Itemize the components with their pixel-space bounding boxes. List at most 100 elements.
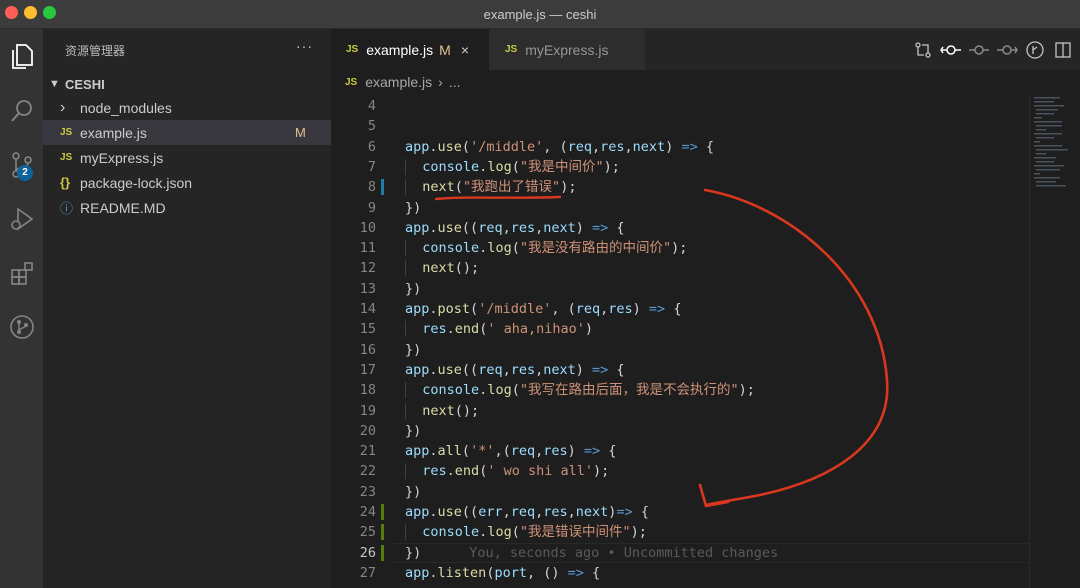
minimap[interactable] bbox=[1029, 94, 1080, 588]
code-line[interactable]: 4 bbox=[331, 96, 1031, 116]
editor-tabs: JS example.js M × JS myExpress.js bbox=[331, 29, 1080, 70]
code-token: res bbox=[510, 361, 536, 378]
code-token: port bbox=[494, 564, 527, 581]
code-token: next bbox=[422, 179, 455, 196]
tree-item-myexpress-js[interactable]: JS myExpress.js bbox=[43, 145, 331, 170]
code-line[interactable]: 24 app.use((err,req,res,next)=> { bbox=[331, 502, 1031, 522]
tree-item-readme[interactable]: ⓘ README.MD bbox=[43, 195, 331, 220]
breadcrumb-symbols[interactable]: ... bbox=[449, 74, 461, 90]
breadcrumb-file[interactable]: example.js bbox=[365, 74, 432, 90]
code-text: }) You, seconds ago • Uncommitted changes bbox=[405, 543, 778, 563]
code-token: ' aha,nihao' bbox=[487, 321, 585, 338]
tab-myexpress-js[interactable]: JS myExpress.js bbox=[489, 29, 645, 70]
code-token: ) bbox=[575, 361, 593, 378]
code-line[interactable]: 8 next("我跑出了错误"); bbox=[331, 177, 1031, 197]
code-token: ) bbox=[584, 321, 594, 338]
code-line[interactable]: 10 app.use((req,res,next) => { bbox=[331, 218, 1031, 238]
code-token: app bbox=[405, 504, 430, 520]
tree-item-node-modules[interactable]: › node_modules bbox=[43, 95, 331, 120]
code-token: (( bbox=[461, 504, 479, 520]
code-line[interactable]: 17 app.use((req,res,next) => { bbox=[331, 360, 1031, 380]
code-token: app bbox=[405, 564, 430, 581]
code-token: app bbox=[405, 301, 430, 317]
code-text: app.use((req,res,next) => { bbox=[405, 218, 625, 238]
code-token: res bbox=[422, 321, 447, 338]
code-line[interactable]: 15 res.end(' aha,nihao') bbox=[331, 319, 1031, 339]
code-token: res bbox=[600, 138, 625, 155]
code-line[interactable]: 25 console.log("我是错误中间件"); bbox=[331, 522, 1031, 542]
chevron-right-icon: › bbox=[60, 98, 66, 116]
git-graph-icon[interactable] bbox=[1024, 39, 1046, 61]
code-token: end bbox=[454, 321, 480, 338]
previous-revision-icon[interactable] bbox=[940, 39, 962, 61]
breadcrumb-separator: › bbox=[438, 74, 443, 90]
code-text: }) bbox=[405, 340, 421, 360]
code-line[interactable]: 27 app.listen(port, () => { bbox=[331, 563, 1031, 583]
code-line[interactable]: 21 app.all('*',(req,res) => { bbox=[331, 441, 1031, 461]
js-file-icon: JS bbox=[345, 76, 358, 88]
code-token: post bbox=[437, 301, 471, 317]
run-debug-icon[interactable] bbox=[0, 199, 43, 239]
tree-item-package-lock-json[interactable]: {} package-lock.json bbox=[43, 170, 331, 195]
source-control-icon[interactable]: 2 bbox=[0, 145, 43, 185]
code-line[interactable]: 6 app.use('/middle', (req,res,next) => { bbox=[331, 137, 1031, 157]
code-token: , bbox=[624, 138, 633, 155]
code-token: console bbox=[422, 382, 480, 399]
sidebar-title: 资源管理器 bbox=[65, 44, 126, 58]
code-token: req bbox=[478, 219, 503, 236]
code-text: }) bbox=[405, 279, 421, 299]
code-token: log bbox=[487, 524, 512, 541]
code-token: ); bbox=[560, 179, 577, 196]
close-tab-icon[interactable]: × bbox=[461, 42, 469, 58]
git-graph-icon[interactable] bbox=[0, 307, 43, 347]
line-number: 17 bbox=[359, 361, 376, 378]
code-token: ); bbox=[671, 240, 688, 257]
code-token: }) bbox=[405, 483, 422, 500]
code-line[interactable]: 20}) bbox=[331, 421, 1031, 441]
explorer-icon[interactable] bbox=[0, 37, 43, 77]
line-number: 16 bbox=[359, 341, 376, 358]
next-revision-icon[interactable] bbox=[996, 39, 1018, 61]
code-line[interactable]: 12 next(); bbox=[331, 258, 1031, 278]
code-line[interactable]: 22 res.end(' wo shi all'); bbox=[331, 461, 1031, 481]
code-token: use bbox=[437, 361, 462, 378]
code-token: . bbox=[429, 138, 438, 155]
code-line[interactable]: 13}) bbox=[331, 279, 1031, 299]
code-text: app.all('*',(req,res) => { bbox=[405, 441, 616, 461]
line-number: 8 bbox=[367, 179, 376, 196]
code-line[interactable]: 19 next(); bbox=[331, 401, 1031, 421]
chevron-down-icon: ▼ bbox=[49, 78, 60, 90]
code-token: console bbox=[422, 524, 480, 541]
code-line[interactable]: 18 console.log("我写在路由后面，我是不会执行的"); bbox=[331, 380, 1031, 400]
code-line[interactable]: 9}) bbox=[331, 198, 1031, 218]
code-token: ); bbox=[630, 524, 647, 541]
code-line[interactable]: 16}) bbox=[331, 340, 1031, 360]
commit-icon[interactable] bbox=[968, 39, 990, 61]
code-token: ); bbox=[593, 463, 610, 480]
indent-guide bbox=[405, 524, 423, 541]
code-line[interactable]: 23}) bbox=[331, 482, 1031, 502]
workspace-section-header[interactable]: ▼ CESHI bbox=[43, 73, 331, 95]
title-bar: example.js — ceshi bbox=[0, 0, 1080, 29]
code-text: next(); bbox=[405, 401, 479, 421]
code-token: => bbox=[567, 564, 584, 581]
code-line[interactable]: 7 console.log("我是中间价"); bbox=[331, 157, 1031, 177]
extensions-icon[interactable] bbox=[0, 253, 43, 293]
code-text: next("我跑出了错误"); bbox=[405, 177, 576, 197]
search-icon[interactable] bbox=[0, 91, 43, 131]
tab-example-js[interactable]: JS example.js M × bbox=[331, 29, 489, 70]
code-line[interactable]: 5 bbox=[331, 116, 1031, 136]
code-line[interactable]: 14 app.post('/middle', (req,res) => { bbox=[331, 299, 1031, 319]
editor-area: JS example.js M × JS myExpress.js JS exa… bbox=[331, 29, 1080, 588]
code-line[interactable]: 26}) You, seconds ago • Uncommitted chang… bbox=[331, 542, 1031, 563]
open-changes-icon[interactable] bbox=[912, 39, 934, 61]
code-text: console.log("我写在路由后面，我是不会执行的"); bbox=[405, 380, 755, 400]
code-editor[interactable]: 4 5 6 app.use('/middle', (req,res,next) => … bbox=[331, 96, 1031, 588]
code-token: }) bbox=[405, 544, 422, 561]
tree-item-example-js[interactable]: JS example.js M bbox=[43, 120, 331, 145]
more-actions-icon[interactable]: ··· bbox=[296, 38, 313, 54]
tree-item-label: myExpress.js bbox=[80, 149, 164, 166]
code-line[interactable]: 11 console.log("我是没有路由的中间价"); bbox=[331, 238, 1031, 258]
code-token: { bbox=[583, 564, 601, 581]
split-editor-icon[interactable] bbox=[1052, 39, 1074, 61]
